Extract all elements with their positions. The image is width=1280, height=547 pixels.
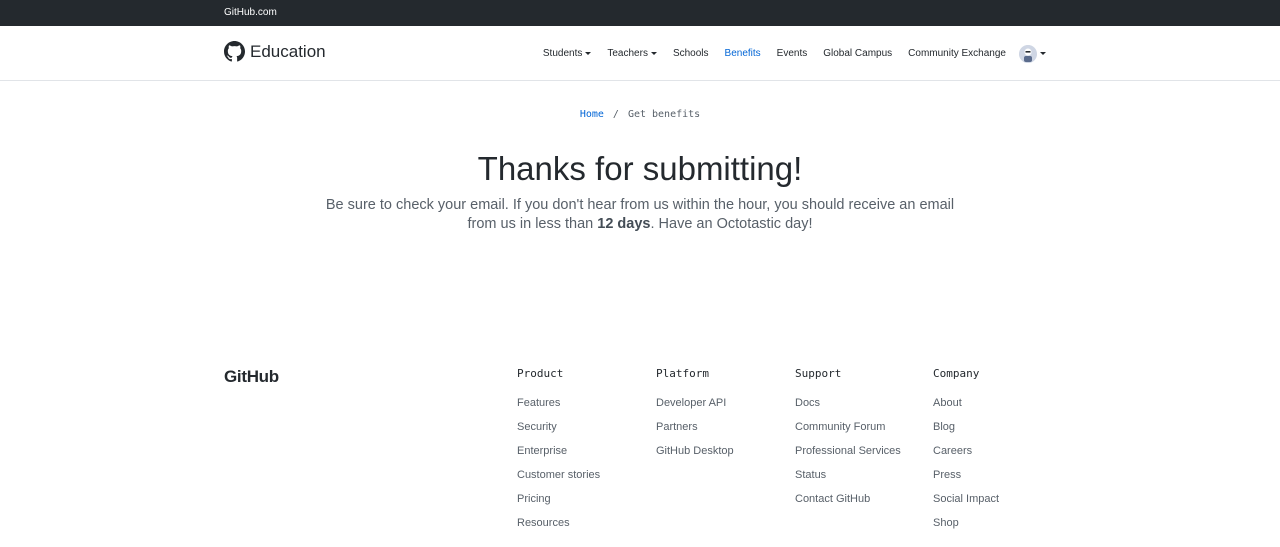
footer-link-social-impact[interactable]: Social Impact bbox=[933, 493, 999, 505]
footer-link-security[interactable]: Security bbox=[517, 421, 557, 433]
brand-title: Education bbox=[250, 41, 326, 61]
github-com-link[interactable]: GitHub.com bbox=[224, 7, 277, 18]
footer-heading: Product bbox=[517, 367, 564, 380]
footer-link-docs[interactable]: Docs bbox=[795, 397, 820, 409]
user-menu[interactable] bbox=[1019, 44, 1046, 63]
breadcrumb-current: Get benefits bbox=[627, 109, 701, 120]
footer-link-status[interactable]: Status bbox=[795, 469, 826, 481]
nav-schools[interactable]: Schools bbox=[673, 48, 709, 59]
avatar-icon bbox=[1019, 44, 1037, 63]
footer-link-blog[interactable]: Blog bbox=[933, 421, 955, 433]
footer-column-company: Company About Blog Careers Press Social … bbox=[933, 367, 1073, 537]
footer-link-features[interactable]: Features bbox=[517, 397, 560, 409]
footer-link-professional-services[interactable]: Professional Services bbox=[795, 445, 901, 457]
footer-link-careers[interactable]: Careers bbox=[933, 445, 972, 457]
page-title: Thanks for submitting! bbox=[477, 150, 803, 187]
nav-events[interactable]: Events bbox=[777, 48, 808, 59]
breadcrumb-home-link[interactable]: Home bbox=[580, 109, 604, 120]
footer-link-shop[interactable]: Shop bbox=[933, 517, 959, 529]
confirmation-message: Be sure to check your email. If you don'… bbox=[315, 196, 965, 234]
footer-link-community-forum[interactable]: Community Forum bbox=[795, 421, 885, 433]
chevron-down-icon bbox=[585, 52, 592, 55]
message-days: 12 days bbox=[597, 216, 651, 232]
nav-global-campus[interactable]: Global Campus bbox=[823, 48, 892, 59]
top-bar: GitHub.com bbox=[0, 0, 1280, 26]
footer-link-developer-api[interactable]: Developer API bbox=[656, 397, 726, 409]
footer-heading: Support bbox=[795, 367, 842, 380]
footer-link-contact-github[interactable]: Contact GitHub bbox=[795, 493, 870, 505]
chevron-down-icon bbox=[650, 52, 657, 55]
github-mark-icon bbox=[224, 41, 245, 62]
nav-benefits[interactable]: Benefits bbox=[725, 48, 761, 59]
education-home-link[interactable]: Education bbox=[224, 41, 326, 62]
nav-teachers-label: Teachers bbox=[607, 48, 648, 59]
github-logo[interactable]: GitHub bbox=[224, 367, 279, 387]
nav-menu: Students Teachers Schools Benefits Event… bbox=[527, 26, 1046, 81]
footer-column-platform: Platform Developer API Partners GitHub D… bbox=[656, 367, 796, 465]
footer-link-about[interactable]: About bbox=[933, 397, 962, 409]
footer-link-github-desktop[interactable]: GitHub Desktop bbox=[656, 445, 734, 457]
footer-link-pricing[interactable]: Pricing bbox=[517, 493, 551, 505]
footer-heading: Company bbox=[933, 367, 980, 380]
footer-link-enterprise[interactable]: Enterprise bbox=[517, 445, 567, 457]
header-nav: Education Students Teachers Schools Bene… bbox=[0, 26, 1280, 81]
message-text-end: . Have an Octotastic day! bbox=[650, 216, 813, 232]
nav-students[interactable]: Students bbox=[542, 48, 592, 59]
nav-teachers[interactable]: Teachers bbox=[607, 48, 657, 59]
footer-link-press[interactable]: Press bbox=[933, 469, 961, 481]
nav-students-label: Students bbox=[542, 48, 583, 59]
footer-column-support: Support Docs Community Forum Professiona… bbox=[795, 367, 935, 513]
footer-link-customer-stories[interactable]: Customer stories bbox=[517, 469, 600, 481]
footer-link-resources[interactable]: Resources bbox=[517, 517, 570, 529]
nav-community-exchange[interactable]: Community Exchange bbox=[908, 48, 1006, 59]
footer-column-product: Product Features Security Enterprise Cus… bbox=[517, 367, 657, 537]
breadcrumb: Home / Get benefits bbox=[0, 109, 1280, 120]
breadcrumb-separator: / bbox=[612, 109, 619, 120]
footer-link-partners[interactable]: Partners bbox=[656, 421, 698, 433]
footer-heading: Platform bbox=[656, 367, 709, 380]
chevron-down-icon bbox=[1040, 52, 1046, 55]
